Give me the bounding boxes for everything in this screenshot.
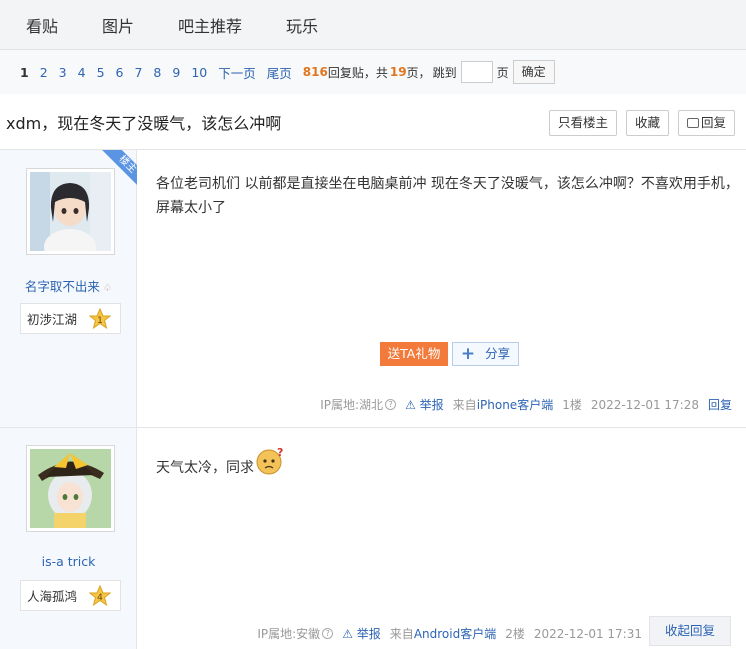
jump-label: 跳到: [432, 65, 457, 80]
page-link[interactable]: 5: [97, 65, 105, 80]
level-box[interactable]: 初涉江湖 1: [20, 303, 121, 334]
page-current: 1: [20, 64, 29, 80]
thread-title: xdm，现在冬天了没暖气，该怎么冲啊: [6, 113, 282, 133]
avatar[interactable]: [26, 445, 115, 532]
reply-count: 816: [302, 65, 328, 79]
jump-page-input[interactable]: [460, 61, 493, 83]
help-icon[interactable]: ?: [322, 628, 334, 639]
post-time: 2022-12-01 17:28: [590, 397, 699, 412]
svg-text:?: ?: [277, 446, 283, 459]
confused-emoji-icon: ?: [256, 446, 283, 475]
confirm-button[interactable]: 确定: [512, 60, 555, 84]
help-icon[interactable]: ?: [385, 399, 397, 410]
last-page-link[interactable]: 尾页: [267, 63, 292, 82]
username[interactable]: 名字取不出来 ♤: [0, 276, 137, 295]
svg-text:4: 4: [97, 593, 103, 603]
post-meta: IP属地:湖北 ? ⚠ 举报 来自 iPhone客户端 1楼 2022-12-01…: [320, 396, 732, 413]
only-op-button[interactable]: 只看楼主: [548, 110, 617, 136]
total-pages: 19: [389, 65, 407, 79]
report-link[interactable]: ⚠ 举报: [405, 396, 444, 413]
comment-icon: [686, 118, 699, 128]
floor-number: 1楼: [562, 398, 582, 412]
report-link[interactable]: ⚠ 举报: [342, 625, 381, 642]
post-floor-1: 楼主 名字取不出来 ♤ 初涉江湖 1 各位老司机们 以前都是直接坐在电脑桌前冲 …: [0, 150, 746, 428]
reply-label: 回复贴，共: [327, 65, 388, 80]
level-star-icon: 4: [89, 585, 111, 607]
client-source-link[interactable]: iPhone客户端: [477, 396, 554, 413]
post-body: 天气太冷，同求 ? IP属地:安徽 ? ⚠ 举报 来自 Android客户端 2楼…: [137, 428, 746, 649]
page-link[interactable]: 7: [134, 65, 142, 80]
send-gift-button[interactable]: 送TA礼物: [380, 342, 448, 366]
page-link[interactable]: 2: [40, 65, 48, 80]
tab-posts[interactable]: 看贴: [26, 13, 58, 37]
client-source-link[interactable]: Android客户端: [414, 625, 496, 642]
level-star-icon: 1: [89, 308, 111, 330]
post-meta: IP属地:安徽 ? ⚠ 举报 来自 Android客户端 2楼 2022-12-0…: [257, 625, 642, 642]
page-link[interactable]: 8: [153, 65, 161, 80]
reply-button[interactable]: 回复: [677, 110, 735, 136]
next-page-link[interactable]: 下一页: [218, 63, 256, 82]
avatar-image: [30, 449, 111, 528]
pagination: 1 2 3 4 5 6 7 8 9 10 下一页 尾页 816 回复贴，共 19…: [0, 50, 746, 94]
avatar[interactable]: [26, 168, 115, 255]
warning-icon: ⚠: [342, 627, 353, 641]
favorite-button[interactable]: 收藏: [625, 110, 669, 136]
author-sidebar: 楼主 名字取不出来 ♤ 初涉江湖 1: [0, 150, 137, 427]
collapse-replies-button[interactable]: 收起回复: [649, 616, 731, 646]
post-reply-link[interactable]: 回复: [708, 396, 732, 413]
source-prefix: 来自: [389, 627, 414, 641]
ip-location: IP属地:湖北: [320, 398, 384, 412]
page-link[interactable]: 10: [191, 65, 207, 80]
floor-number: 2楼: [505, 627, 525, 641]
share-button[interactable]: + 分享: [452, 342, 519, 366]
reply-label: 回复: [700, 115, 726, 130]
tab-recommended[interactable]: 吧主推荐: [178, 13, 242, 37]
tab-images[interactable]: 图片: [102, 13, 134, 37]
plus-icon: +: [460, 344, 476, 364]
thread-header: xdm，现在冬天了没暖气，该怎么冲啊 只看楼主 收藏 回复: [0, 94, 746, 150]
top-nav: 看贴 图片 吧主推荐 玩乐: [0, 0, 746, 50]
page-link[interactable]: 9: [172, 65, 180, 80]
page-link[interactable]: 3: [59, 65, 67, 80]
page-suffix: 页，: [406, 65, 431, 80]
author-sidebar: is-a trick 人海孤鸿 4: [0, 428, 137, 649]
level-title: 人海孤鸿: [27, 589, 78, 604]
level-box[interactable]: 人海孤鸿 4: [20, 580, 121, 611]
ip-location: IP属地:安徽: [257, 627, 321, 641]
source-prefix: 来自: [452, 398, 477, 412]
jump-suffix: 页: [496, 65, 509, 80]
svg-text:1: 1: [97, 316, 103, 326]
anime-girl-avatar-icon: [30, 172, 111, 251]
share-label: 分享: [485, 346, 511, 361]
tab-fun[interactable]: 玩乐: [286, 13, 318, 37]
page-link[interactable]: 6: [116, 65, 124, 80]
post-body: 各位老司机们 以前都是直接坐在电脑桌前冲 现在冬天了没暖气，该怎么冲啊？不喜欢用…: [137, 150, 746, 427]
post-text: 天气太冷，同求: [156, 460, 254, 476]
post-content: 天气太冷，同求 ?: [156, 446, 285, 480]
post-floor-2: is-a trick 人海孤鸿 4 天气太冷，同求 ? IP属地:安徽 ? ⚠ …: [0, 428, 746, 649]
gender-icon: ♤: [99, 283, 113, 294]
post-content: 各位老司机们 以前都是直接坐在电脑桌前冲 现在冬天了没暖气，该怎么冲啊？不喜欢用…: [156, 176, 739, 216]
page-link[interactable]: 4: [78, 65, 86, 80]
warning-icon: ⚠: [405, 398, 416, 412]
username[interactable]: is-a trick: [0, 554, 137, 569]
level-title: 初涉江湖: [27, 312, 78, 327]
avatar-image: [30, 172, 111, 251]
post-time: 2022-12-01 17:31: [533, 626, 642, 641]
anime-girl-avatar-icon: [30, 449, 111, 528]
